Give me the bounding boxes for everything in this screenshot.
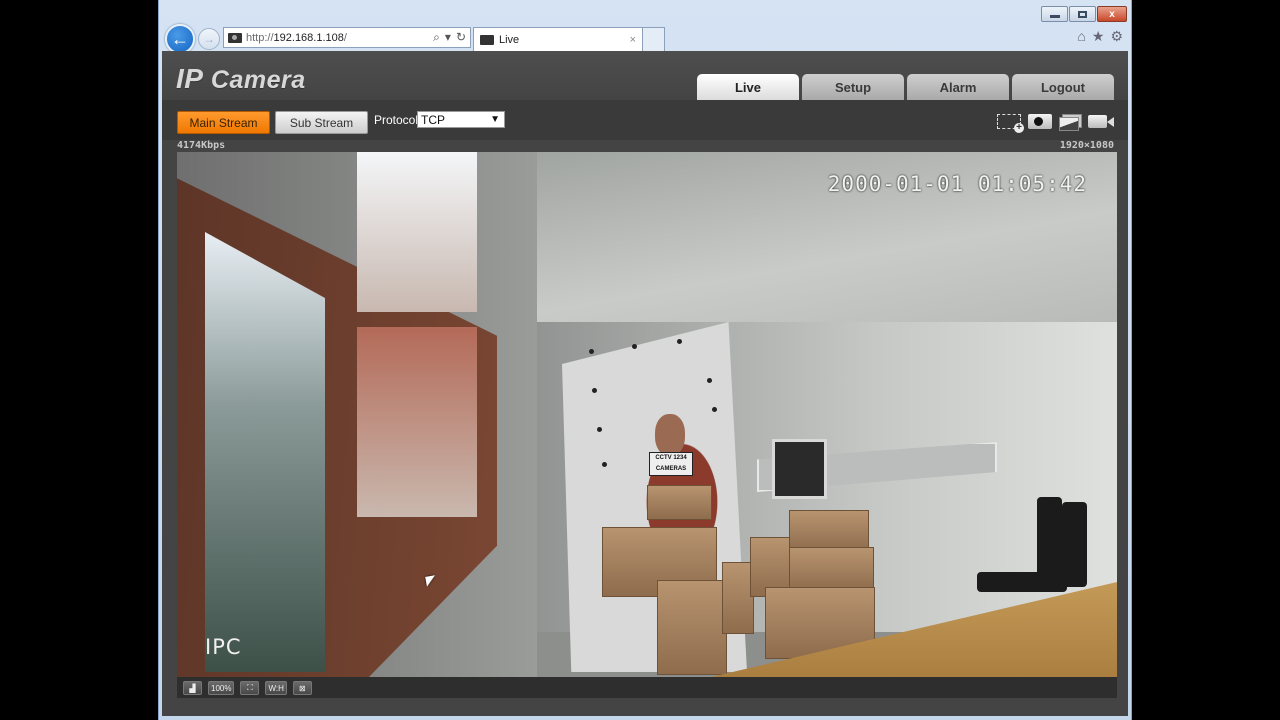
close-icon: x xyxy=(1109,8,1115,20)
peg-hole xyxy=(592,388,597,393)
protocol-select[interactable]: TCP ▼ xyxy=(417,111,505,128)
tab-close-icon[interactable]: × xyxy=(630,34,636,46)
video-scene-box xyxy=(789,547,874,592)
back-arrow-icon: ← xyxy=(171,28,189,49)
page-header: IP Camera Live Setup Alarm Logout xyxy=(162,51,1128,100)
zoom-region-icon[interactable] xyxy=(997,113,1024,133)
url-host: 192.168.1.108 xyxy=(273,31,344,44)
fullscreen-icon[interactable]: ⊠ xyxy=(292,681,312,695)
resolution-readout: 1920×1080 xyxy=(1059,140,1114,151)
triple-snap-icon[interactable] xyxy=(1059,113,1082,131)
ip-camera-page: IP Camera Live Setup Alarm Logout Main S… xyxy=(162,51,1128,716)
main-stream-button[interactable]: Main Stream xyxy=(177,111,270,134)
url-suffix: / xyxy=(343,31,347,44)
maximize-icon xyxy=(1078,10,1087,18)
home-icon[interactable]: ⌂ xyxy=(1077,28,1085,45)
video-scene-monitor xyxy=(772,439,827,499)
camera-favicon-icon xyxy=(480,34,494,45)
logo-ip-text: IP xyxy=(176,63,204,94)
sign-line-1: CCTV 1234 xyxy=(655,455,687,461)
search-icon[interactable]: ⌕ xyxy=(433,30,440,45)
video-tools xyxy=(997,113,1114,133)
browser-tools: ⌂ ★ ⚙ xyxy=(1077,28,1123,45)
osd-channel-label: IPC xyxy=(205,635,242,659)
forward-arrow-icon: → xyxy=(203,32,215,46)
main-nav-tabs: Live Setup Alarm Logout xyxy=(697,74,1114,100)
video-scene-chair-seat xyxy=(977,572,1067,592)
restore-icon[interactable]: ▟ xyxy=(183,681,202,695)
chevron-down-icon: ▼ xyxy=(490,114,500,125)
new-tab-button[interactable] xyxy=(643,27,665,51)
camera-favicon-icon xyxy=(228,32,242,43)
peg-hole xyxy=(707,378,712,383)
url-scheme: http:// xyxy=(246,31,274,44)
peg-hole xyxy=(589,349,594,354)
original-size-button[interactable]: 100% xyxy=(208,681,235,695)
live-toolbar: Main Stream Sub Stream Protocol TCP ▼ xyxy=(162,100,1128,140)
video-scene-sign: CCTV 1234 CAMERAS xyxy=(649,452,693,476)
video-scene-window-upper xyxy=(357,152,477,312)
peg-hole xyxy=(597,427,602,432)
tab-logout[interactable]: Logout xyxy=(1012,74,1114,100)
forward-button[interactable]: → xyxy=(198,28,220,50)
bitrate-readout: 4174Kbps xyxy=(177,140,226,151)
address-tools: ⌕ ▾ ↻ xyxy=(433,30,470,45)
video-scene-chair xyxy=(1037,497,1062,577)
sub-stream-button[interactable]: Sub Stream xyxy=(275,111,368,134)
settings-gear-icon[interactable]: ⚙ xyxy=(1110,28,1123,45)
tab-title: Live xyxy=(499,33,520,46)
protocol-value: TCP xyxy=(421,112,445,127)
video-scene-box xyxy=(657,580,727,675)
minimize-button[interactable] xyxy=(1041,6,1068,22)
ip-camera-logo: IP Camera xyxy=(176,63,306,95)
minimize-icon xyxy=(1049,15,1060,18)
snapshot-icon[interactable] xyxy=(1028,113,1052,129)
video-control-bar: ▟ 100% ⛶ W:H ⊠ xyxy=(177,677,1117,698)
peg-hole xyxy=(677,339,682,344)
back-button[interactable]: ← xyxy=(165,24,195,54)
browser-tab-live[interactable]: Live × xyxy=(473,27,643,51)
mouse-cursor-icon xyxy=(425,575,437,587)
sign-line-2: CAMERAS xyxy=(655,466,687,472)
tab-alarm[interactable]: Alarm xyxy=(907,74,1009,100)
browser-window: x ← → http:// 192.168.1.108 / ⌕ ▾ ↻ Live… xyxy=(158,0,1132,720)
video-scene-door-glass xyxy=(205,232,325,672)
video-scene-box xyxy=(789,510,869,552)
video-scene-cutout-head xyxy=(655,414,685,456)
video-control-buttons: ▟ 100% ⛶ W:H ⊠ xyxy=(183,681,312,695)
fit-icon[interactable]: ⛶ xyxy=(240,681,260,695)
live-video[interactable]: CCTV 1234 CAMERAS 2000-01-01 01:05:42 IPC xyxy=(177,152,1117,677)
address-bar[interactable]: http:// 192.168.1.108 / ⌕ ▾ ↻ xyxy=(223,27,471,48)
favorites-icon[interactable]: ★ xyxy=(1092,28,1105,45)
video-scene-window-lower xyxy=(357,327,477,517)
video-scene-box xyxy=(647,485,712,520)
close-window-button[interactable]: x xyxy=(1097,6,1127,22)
video-watermark xyxy=(217,322,241,421)
refresh-icon[interactable]: ↻ xyxy=(456,30,466,45)
record-icon[interactable] xyxy=(1088,113,1114,129)
dropdown-icon[interactable]: ▾ xyxy=(445,30,451,45)
peg-hole xyxy=(602,462,607,467)
browser-nav-row: ← → http:// 192.168.1.108 / ⌕ ▾ ↻ Live ×… xyxy=(159,22,1131,54)
wh-ratio-button[interactable]: W:H xyxy=(265,681,287,695)
maximize-button[interactable] xyxy=(1069,6,1096,22)
peg-hole xyxy=(632,344,637,349)
tab-live[interactable]: Live xyxy=(697,74,799,100)
protocol-label: Protocol xyxy=(374,113,419,127)
tab-setup[interactable]: Setup xyxy=(802,74,904,100)
osd-datetime: 2000-01-01 01:05:42 xyxy=(827,172,1087,196)
logo-camera-text: Camera xyxy=(203,66,306,94)
window-controls: x xyxy=(1041,6,1127,22)
